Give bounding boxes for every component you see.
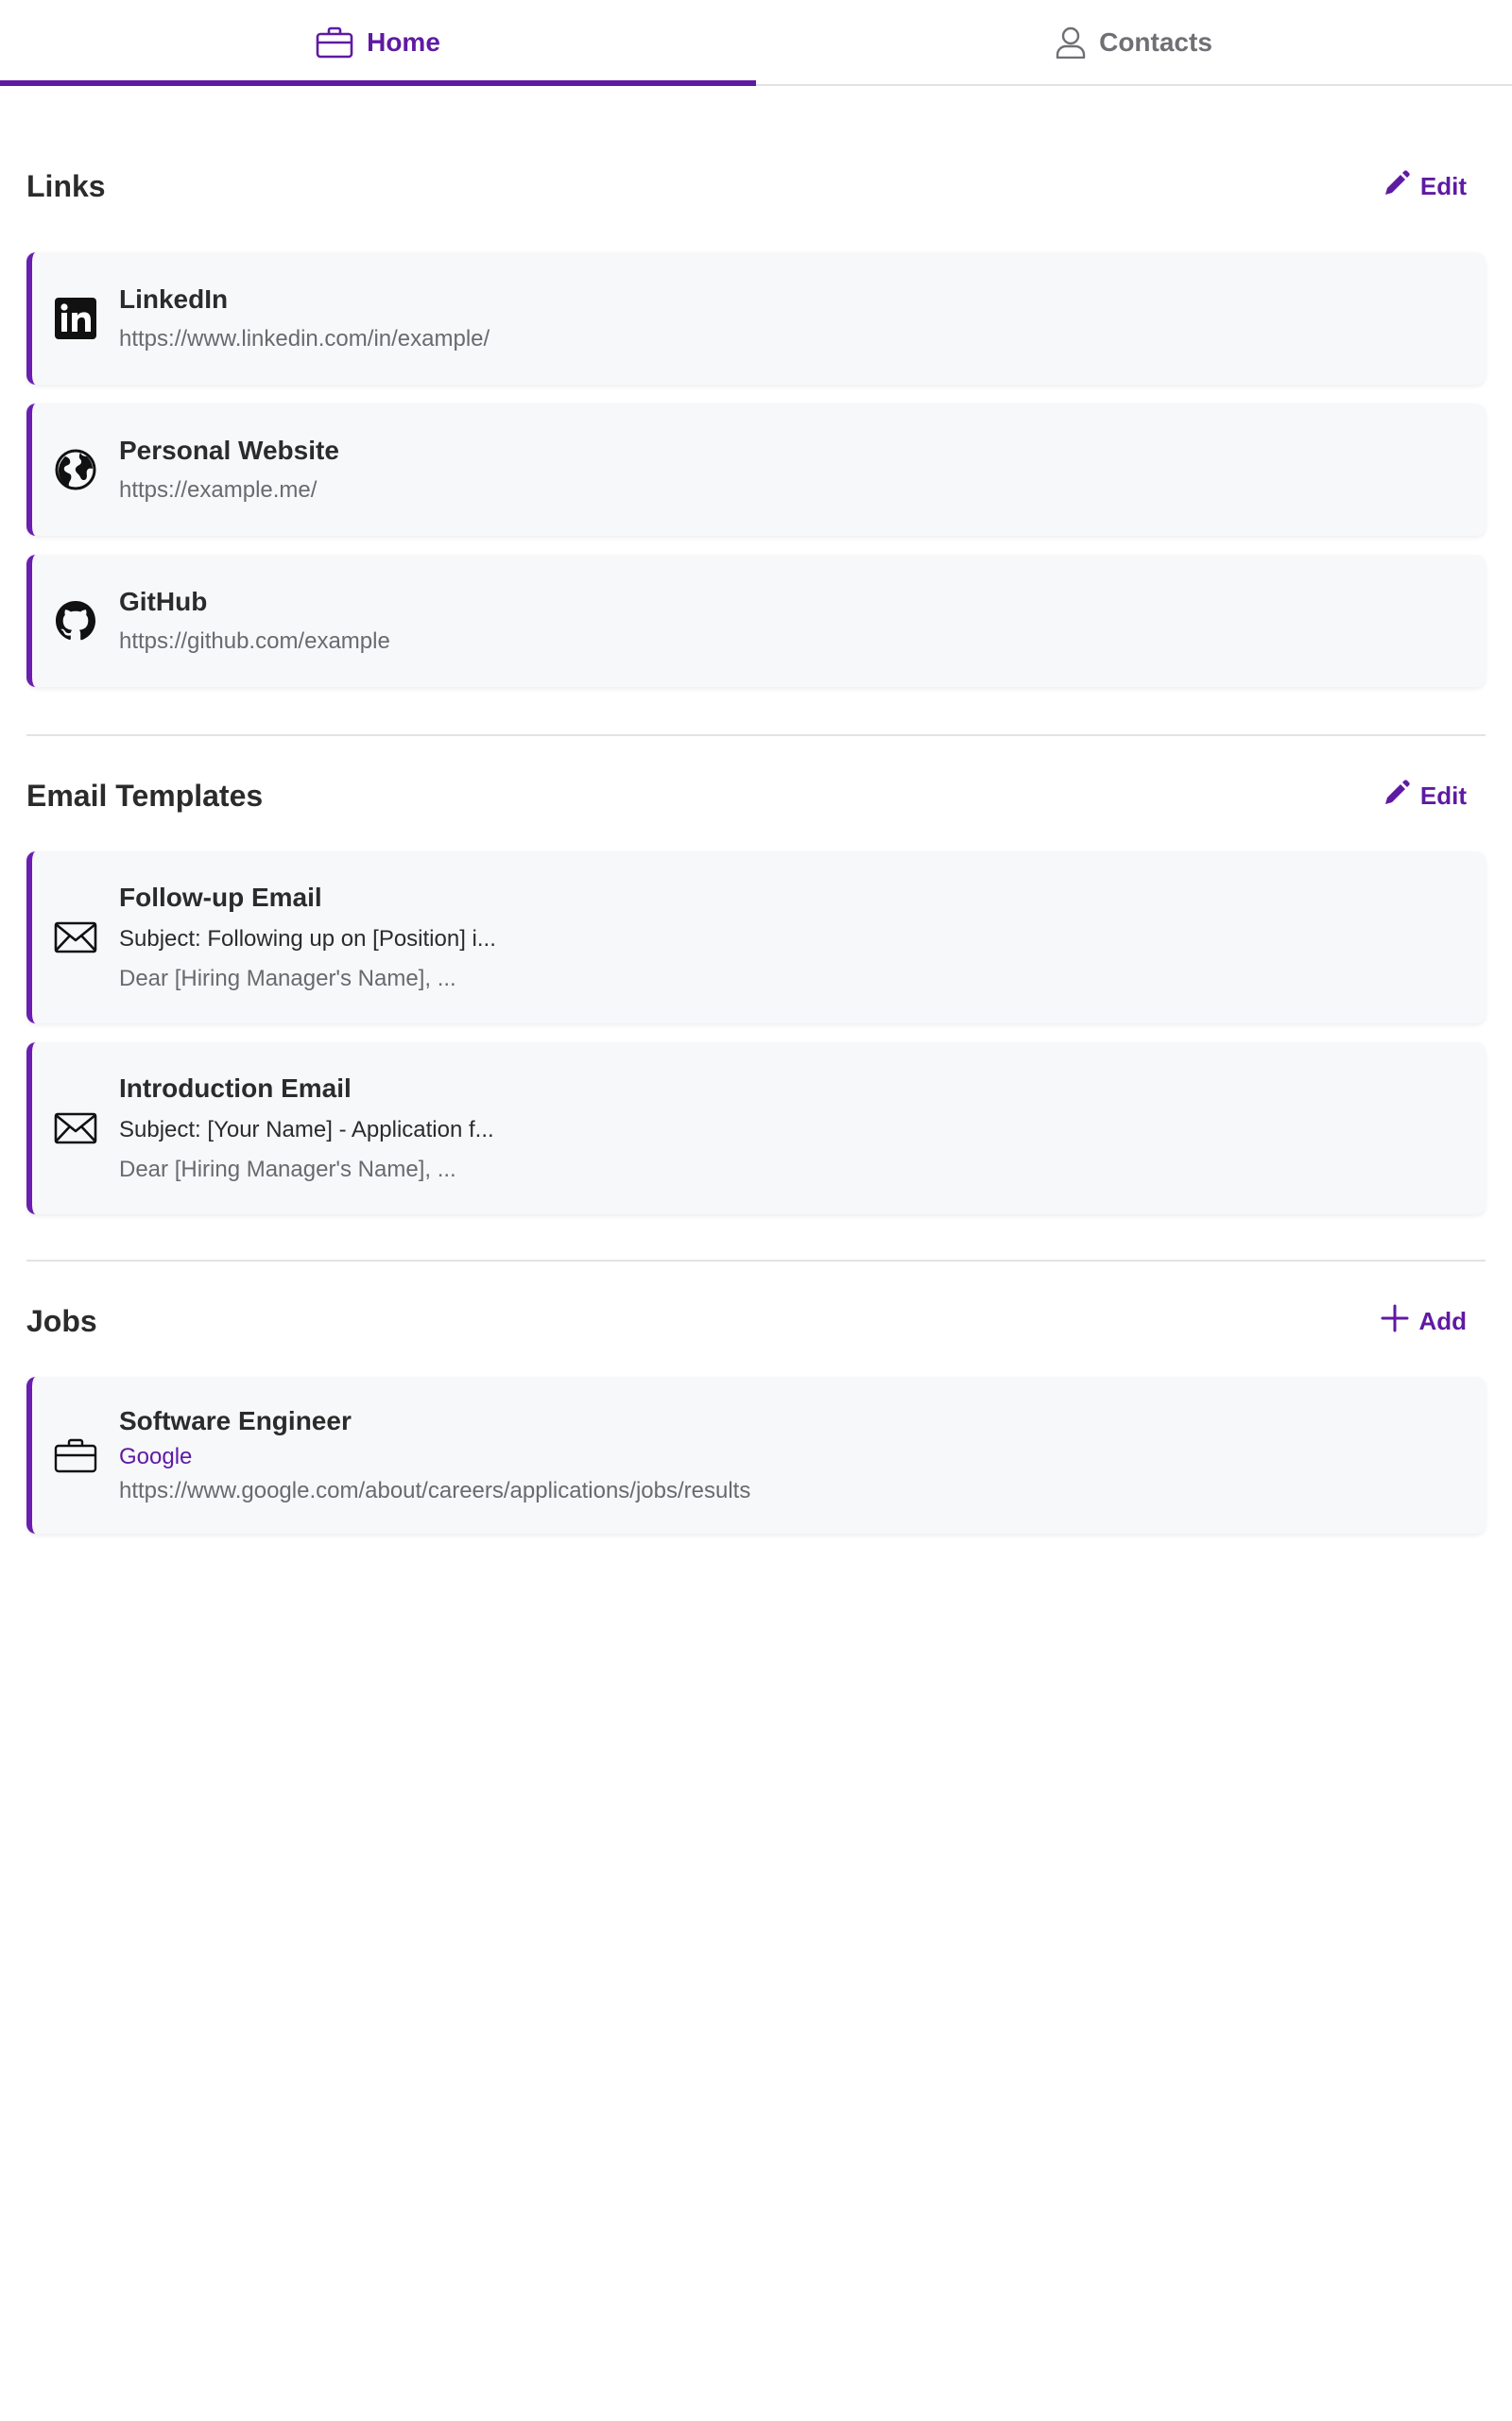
section-title-jobs: Jobs — [26, 1303, 97, 1338]
link-url: https://www.linkedin.com/in/example/ — [119, 326, 490, 352]
edit-links-button[interactable]: Edit — [1383, 169, 1486, 204]
email-templates-header: Email Templates Edit — [26, 766, 1486, 825]
section-divider — [26, 734, 1486, 736]
job-card-body: Software Engineer Google https://www.goo… — [119, 1406, 750, 1504]
edit-email-templates-button[interactable]: Edit — [1383, 779, 1486, 814]
email-template-card[interactable]: Follow-up Email Subject: Following up on… — [26, 851, 1486, 1023]
link-card-website[interactable]: Personal Website https://example.me/ — [26, 404, 1486, 536]
pencil-icon — [1383, 779, 1411, 814]
person-icon — [1056, 26, 1086, 59]
email-template-subject: Subject: Following up on [Position] i... — [119, 926, 496, 952]
email-template-card[interactable]: Introduction Email Subject: [Your Name] … — [26, 1042, 1486, 1214]
job-title: Software Engineer — [119, 1406, 352, 1435]
add-job-label: Add — [1418, 1306, 1467, 1335]
email-template-body: Follow-up Email Subject: Following up on… — [119, 883, 496, 992]
edit-links-label: Edit — [1419, 171, 1467, 200]
job-card[interactable]: Software Engineer Google https://www.goo… — [26, 1377, 1486, 1534]
email-template-title: Follow-up Email — [119, 883, 322, 912]
email-templates-section: Email Templates Edit Follow-up Email Sub… — [26, 766, 1486, 1214]
globe-icon — [32, 448, 119, 491]
link-title: GitHub — [119, 587, 208, 616]
email-template-title: Introduction Email — [119, 1073, 352, 1103]
github-icon — [32, 599, 119, 643]
plus-icon — [1381, 1304, 1409, 1339]
section-title-email-templates: Email Templates — [26, 778, 264, 813]
links-section: Links Edit LinkedIn https://www.linkedin… — [26, 169, 1486, 687]
pencil-icon — [1383, 169, 1411, 204]
email-template-subject: Subject: [Your Name] - Application f... — [119, 1117, 494, 1142]
briefcase-icon — [32, 1437, 119, 1473]
tab-home[interactable]: Home — [0, 0, 756, 86]
linkedin-icon — [32, 298, 119, 339]
link-card-github[interactable]: GitHub https://github.com/example — [26, 555, 1486, 687]
link-title: LinkedIn — [119, 284, 229, 314]
job-company: Google — [119, 1444, 193, 1469]
tab-contacts[interactable]: Contacts — [756, 0, 1512, 84]
link-title: Personal Website — [119, 436, 339, 465]
section-divider — [26, 1260, 1486, 1262]
envelope-icon — [32, 921, 119, 953]
job-url: https://www.google.com/about/careers/app… — [119, 1478, 751, 1503]
add-job-button[interactable]: Add — [1381, 1304, 1486, 1339]
links-header: Links Edit — [26, 157, 1486, 215]
email-template-body: Introduction Email Subject: [Your Name] … — [119, 1073, 494, 1183]
link-card-linkedin[interactable]: LinkedIn https://www.linkedin.com/in/exa… — [26, 252, 1486, 385]
tab-home-label: Home — [367, 26, 440, 57]
tab-bar: Home Contacts — [0, 0, 1512, 86]
link-card-body: Personal Website https://example.me/ — [119, 436, 339, 504]
envelope-icon — [32, 1112, 119, 1144]
jobs-section: Jobs Add Software Engineer Google https:… — [26, 1292, 1486, 1534]
link-card-body: LinkedIn https://www.linkedin.com/in/exa… — [119, 284, 490, 352]
tab-contacts-label: Contacts — [1099, 26, 1212, 57]
page: Home Contacts Links Edit LinkedIn https:… — [0, 0, 1512, 2421]
email-template-preview: Dear [Hiring Manager's Name], ... — [119, 1157, 456, 1182]
edit-email-templates-label: Edit — [1419, 781, 1467, 810]
email-template-preview: Dear [Hiring Manager's Name], ... — [119, 966, 456, 991]
section-title-links: Links — [26, 168, 106, 203]
link-url: https://github.com/example — [119, 628, 390, 654]
briefcase-icon — [316, 26, 353, 59]
link-card-body: GitHub https://github.com/example — [119, 587, 390, 655]
main-content: Links Edit LinkedIn https://www.linkedin… — [0, 169, 1512, 1534]
jobs-header: Jobs Add — [26, 1292, 1486, 1350]
link-url: https://example.me/ — [119, 477, 318, 503]
